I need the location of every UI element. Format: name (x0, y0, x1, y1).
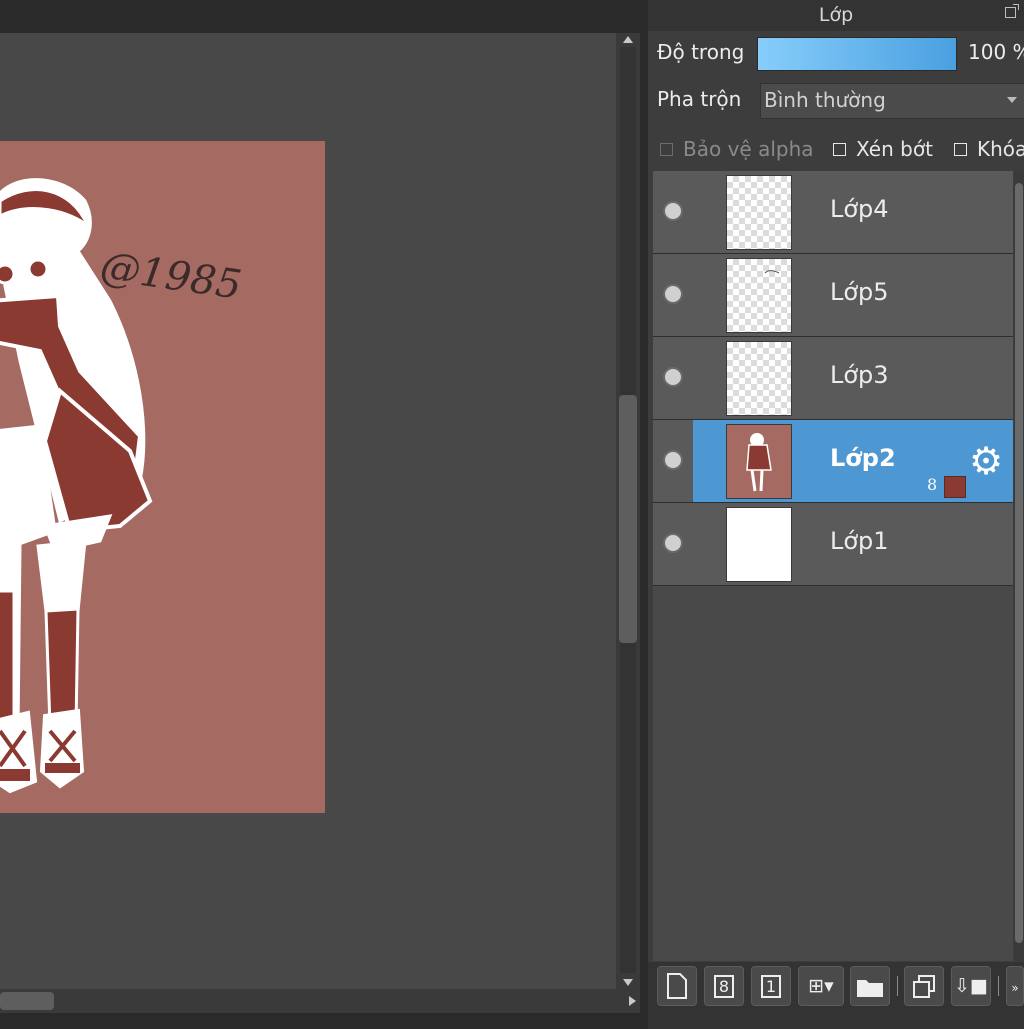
checkbox-icon (954, 142, 967, 156)
panel-title: Lớp (818, 4, 854, 26)
layer-list-scroll-thumb[interactable] (1015, 183, 1023, 943)
scroll-down-icon[interactable] (623, 979, 633, 986)
layer-row[interactable]: Lớp5 (653, 254, 1013, 337)
toolbar-separator (998, 976, 999, 996)
more-icon: » (1011, 981, 1019, 995)
layer-row[interactable]: Lớp3 (653, 337, 1013, 420)
canvas-statusbar (0, 1013, 640, 1029)
toolbar-separator (897, 976, 898, 996)
canvas-topbar (0, 0, 640, 33)
visibility-toggle-icon[interactable] (663, 533, 683, 553)
add-layer-icon: ⊞▾ (808, 975, 834, 997)
horizontal-scrollbar[interactable] (0, 989, 640, 1013)
popout-icon[interactable] (1005, 4, 1019, 18)
lock-checkbox[interactable]: Khóa (954, 137, 1024, 161)
layer-list: Lớp4 Lớp5 Lớp3 Lớp2 8 ⚙ Lớp1 (653, 171, 1013, 961)
gear-icon[interactable]: ⚙ (969, 442, 1003, 480)
layer-name: Lớp1 (830, 527, 889, 555)
duplicate-icon (913, 975, 935, 998)
sketch-thumbnail (764, 270, 780, 274)
character-illustration (0, 178, 153, 794)
new-layer-button[interactable] (657, 966, 697, 1006)
blend-mode-value: Bình thường (764, 88, 886, 112)
canvas-area: @1985 (0, 0, 640, 1029)
clipping-label: Xén bớt (856, 137, 933, 161)
layer-name: Lớp3 (830, 361, 889, 389)
layer-thumbnail (726, 258, 792, 333)
merge-down-icon: ⇩■ (954, 975, 988, 997)
layer-list-scrollbar[interactable] (1014, 171, 1024, 961)
add-layer-dropdown-button[interactable]: ⊞▾ (798, 966, 844, 1006)
folder-icon (857, 980, 883, 997)
scroll-up-icon[interactable] (623, 36, 633, 43)
layer-thumbnail (726, 341, 792, 416)
scroll-thumb[interactable] (619, 395, 637, 643)
new-1bit-layer-button[interactable]: 1 (751, 966, 791, 1006)
opacity-slider[interactable] (757, 37, 957, 71)
duplicate-layer-button[interactable] (904, 966, 944, 1006)
visibility-toggle-icon[interactable] (663, 367, 683, 387)
layer-row[interactable]: Lớp4 (653, 171, 1013, 254)
lock-label: Khóa (977, 137, 1024, 161)
chevron-down-icon (1007, 97, 1017, 103)
blend-mode-select[interactable]: Bình thường (760, 83, 1024, 119)
more-tools-button[interactable]: » (1006, 966, 1024, 1006)
bit1-label: 1 (760, 975, 782, 998)
panel-header: Lớp (648, 0, 1024, 31)
canvas-viewport[interactable]: @1985 (0, 33, 616, 989)
visibility-toggle-icon[interactable] (663, 201, 683, 221)
layer-color-swatch (944, 476, 966, 498)
layer-thumbnail (726, 507, 792, 582)
visibility-toggle-icon[interactable] (663, 450, 683, 470)
layer-row[interactable]: Lớp1 (653, 503, 1013, 586)
layer-row-selected[interactable]: Lớp2 8 ⚙ (653, 420, 1013, 503)
layer-name: Lớp4 (830, 195, 889, 223)
layer-toolbar: 8 1 ⊞▾ ⇩■ » (648, 962, 1024, 1029)
hscroll-thumb[interactable] (0, 992, 54, 1010)
layer-thumbnail (726, 175, 792, 250)
protect-alpha-checkbox[interactable]: Bảo vệ alpha (660, 137, 814, 161)
visibility-toggle-icon[interactable] (663, 284, 683, 304)
scroll-right-icon[interactable] (629, 996, 636, 1006)
new-8bit-layer-button[interactable]: 8 (704, 966, 744, 1006)
layer-panel: Lớp Độ trong 100 % Pha trộn Bình thường … (648, 0, 1024, 1029)
checkbox-icon (660, 142, 673, 156)
new-page-icon (667, 973, 687, 999)
opacity-value[interactable]: 100 % (968, 40, 1024, 64)
merge-down-button[interactable]: ⇩■ (951, 966, 991, 1006)
protect-alpha-label: Bảo vệ alpha (683, 137, 814, 161)
clipping-checkbox[interactable]: Xén bớt (833, 137, 933, 161)
character-thumbnail (746, 433, 772, 492)
vertical-scrollbar[interactable] (616, 33, 640, 989)
new-folder-button[interactable] (850, 966, 890, 1006)
opacity-label: Độ trong (657, 40, 745, 64)
bit-depth-label: 8 (927, 475, 938, 494)
layer-name: Lớp5 (830, 278, 889, 306)
blend-label: Pha trộn (657, 87, 742, 111)
artboard[interactable]: @1985 (0, 141, 325, 813)
checkbox-icon (833, 142, 846, 156)
bit8-label: 8 (713, 975, 735, 998)
layer-name: Lớp2 (830, 444, 896, 472)
layer-thumbnail (726, 424, 792, 499)
